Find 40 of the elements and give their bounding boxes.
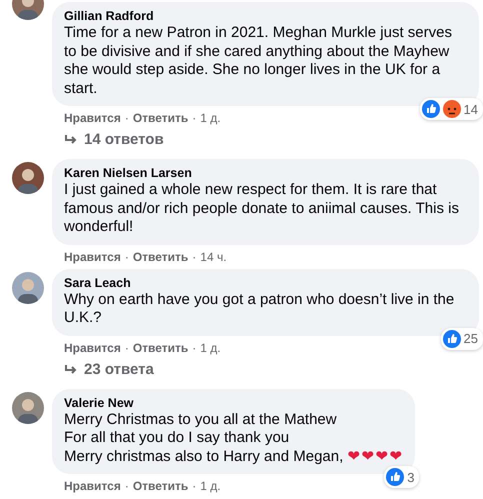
- like-link[interactable]: Нравится: [64, 340, 121, 356]
- separator-dot: ·: [124, 248, 129, 264]
- author-name[interactable]: Gillian Radford: [64, 8, 467, 24]
- comment-text: Why on earth have you got a patron who doesn’t live in the U.K.?: [64, 290, 456, 328]
- comment-text: For all that you do I say thank you: [64, 429, 290, 448]
- reply-link[interactable]: Ответить: [132, 110, 188, 126]
- separator-dot: ·: [124, 340, 129, 356]
- reply-link[interactable]: Ответить: [132, 478, 188, 494]
- timestamp[interactable]: 1 д.: [200, 340, 221, 356]
- separator-dot: ·: [192, 340, 196, 356]
- comment-text: Merry Christmas to you all at the Mathew: [64, 410, 338, 429]
- timestamp[interactable]: 1 д.: [200, 478, 221, 494]
- avatar[interactable]: [12, 272, 44, 304]
- avatar[interactable]: [12, 162, 44, 194]
- comment-text: I just gained a whole new respect for them. It is rare that famous and/or rich people donate to aniimal causes. This is wonderful!: [64, 181, 460, 236]
- separator-dot: ·: [124, 478, 129, 494]
- comment-text: Merry christmas also to Harry and Megan, ❤❤❤❤: [64, 448, 404, 466]
- reply-arrow-icon: [64, 364, 78, 376]
- reaction-badge[interactable]: 25: [440, 328, 483, 350]
- like-link[interactable]: Нравится: [64, 248, 121, 264]
- reaction-badge[interactable]: 14: [420, 98, 483, 120]
- like-link[interactable]: Нравится: [64, 110, 121, 126]
- reply-link[interactable]: Ответить: [132, 248, 188, 264]
- view-replies-link[interactable]: 14 ответов: [52, 126, 479, 149]
- author-name[interactable]: Karen Nielsen Larsen: [64, 165, 467, 181]
- like-link[interactable]: Нравится: [64, 478, 121, 494]
- timestamp[interactable]: 14 ч.: [200, 248, 227, 264]
- author-name[interactable]: Sara Leach: [64, 274, 467, 290]
- timestamp[interactable]: 1 д.: [200, 110, 221, 126]
- reply-arrow-icon: [64, 134, 78, 146]
- view-replies-link[interactable]: 23 ответа: [52, 356, 479, 378]
- comment-text: Time for a new Patron in 2021. Meghan Murkle just serves to be divisive and if she cared anything about the Mayhew she would step aside. She no longer lives in the UK for a start.: [64, 24, 453, 98]
- reply-link[interactable]: Ответить: [132, 340, 188, 356]
- avatar[interactable]: [12, 392, 44, 424]
- separator-dot: ·: [192, 248, 196, 264]
- author-name[interactable]: Valerie New: [64, 394, 404, 410]
- reaction-badge[interactable]: 3: [384, 466, 420, 488]
- separator-dot: ·: [124, 110, 129, 126]
- separator-dot: ·: [192, 478, 196, 494]
- separator-dot: ·: [192, 110, 196, 126]
